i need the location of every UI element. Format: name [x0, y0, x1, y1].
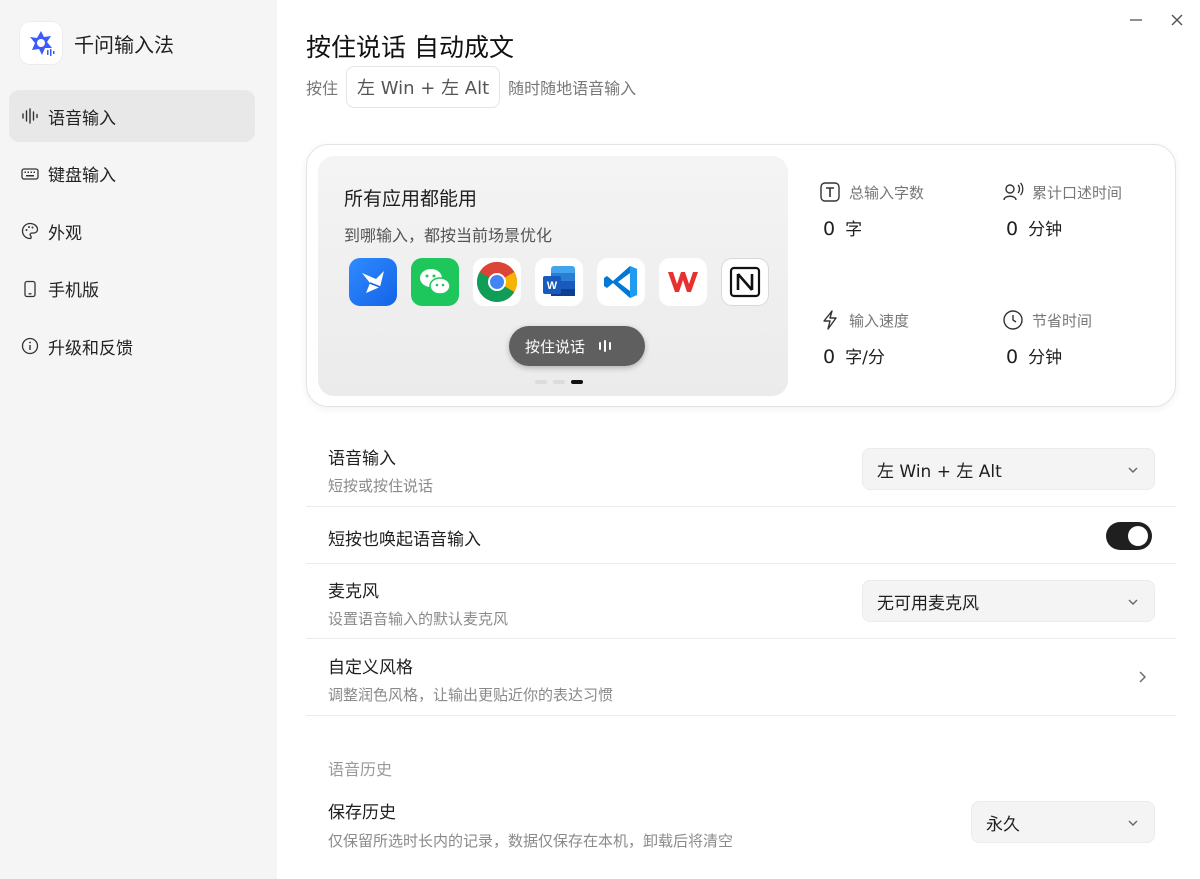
word-app-icon: W — [535, 258, 583, 306]
vscode-app-icon — [597, 258, 645, 306]
stat-value: 0 — [1006, 346, 1019, 368]
keyboard-icon — [21, 165, 39, 183]
carousel-dot[interactable] — [553, 380, 565, 384]
stat-value: 0 — [823, 218, 836, 240]
setting-title: 自定义风格 — [328, 658, 413, 678]
chevron-down-icon — [1128, 820, 1138, 826]
waveform-icon — [21, 107, 39, 125]
stat-unit: 分钟 — [1028, 348, 1063, 368]
promo-title: 所有应用都能用 — [344, 188, 478, 210]
svg-text:W: W — [547, 280, 558, 292]
promo-carousel: 所有应用都能用 到哪输入，都按当前场景优化 W 按住说话 — [318, 156, 788, 396]
sidebar-item-label: 外观 — [48, 223, 82, 244]
sidebar-item-label: 手机版 — [48, 281, 99, 301]
setting-short-press: 短按也唤起语音输入 — [306, 507, 1176, 564]
setting-title: 短按也唤起语音输入 — [328, 530, 481, 550]
setting-desc: 仅保留所选时长内的记录，数据仅保存在本机，卸载后将清空 — [328, 832, 734, 850]
sidebar-item-appearance[interactable]: 外观 — [9, 205, 255, 257]
carousel-dot-active[interactable] — [571, 380, 583, 384]
setting-desc: 短按或按住说话 — [328, 477, 434, 495]
settings-list: 语音输入 短按或按住说话 左 Win + 左 Alt 短按也唤起语音输入 麦克风… — [306, 432, 1176, 864]
subtitle-prefix: 按住 — [306, 79, 339, 98]
toggle-knob — [1128, 526, 1148, 546]
info-icon — [21, 337, 39, 355]
setting-title: 保存历史 — [328, 803, 396, 823]
stat-unit: 分钟 — [1028, 220, 1063, 240]
setting-title: 语音输入 — [328, 449, 396, 469]
sidebar-nav: 语音输入 键盘输入 外观 手机版 升级和反馈 — [9, 90, 255, 378]
app-name: 千问输入法 — [74, 32, 174, 57]
dropdown-value: 永久 — [986, 814, 1020, 835]
dropdown-value: 无可用麦克风 — [877, 593, 979, 614]
stat-label: 累计口述时间 — [1032, 183, 1123, 202]
stat-label: 节省时间 — [1032, 311, 1093, 330]
short-press-toggle[interactable] — [1106, 522, 1152, 550]
stat-total-chars: 总输入字数 0字 — [817, 175, 987, 240]
setting-save-history: 保存历史 仅保留所选时长内的记录，数据仅保存在本机，卸载后将清空 永久 — [306, 789, 1176, 864]
carousel-dots — [535, 380, 589, 384]
stat-time-saved: 节省时间 0 分钟 — [1000, 303, 1170, 368]
brand: 千问输入法 — [20, 22, 174, 64]
sidebar-item-label: 升级和反馈 — [48, 338, 133, 359]
push-to-talk-pill: 按住说话 — [509, 326, 645, 366]
lightning-icon — [817, 307, 843, 333]
wps-app-icon — [659, 258, 707, 306]
minimize-icon — [1130, 19, 1142, 21]
setting-title: 麦克风 — [328, 582, 379, 602]
phone-icon — [21, 280, 39, 298]
stat-label: 输入速度 — [849, 311, 910, 330]
wechat-app-icon — [411, 258, 459, 306]
page-title: 按住说话 自动成文 — [306, 33, 514, 62]
sidebar-item-label: 键盘输入 — [48, 166, 116, 186]
carousel-dot[interactable] — [535, 380, 547, 384]
clock-icon — [1000, 307, 1026, 333]
stat-unit: 字 — [845, 220, 863, 240]
section-heading: 语音历史 — [328, 760, 393, 779]
stat-unit: 字/分 — [845, 348, 885, 368]
sidebar-item-upgrade-feedback[interactable]: 升级和反馈 — [9, 320, 255, 372]
stat-value: 0 — [823, 346, 836, 368]
minimize-button[interactable] — [1126, 10, 1146, 30]
chevron-down-icon — [1128, 467, 1138, 473]
chevron-right-icon[interactable] — [1135, 670, 1149, 684]
promo-desc: 到哪输入，都按当前场景优化 — [344, 226, 553, 245]
feature-card: 所有应用都能用 到哪输入，都按当前场景优化 W 按住说话 总输入字数 0 字 累… — [306, 144, 1176, 407]
text-icon — [817, 179, 843, 205]
setting-desc: 调整润色风格，让输出更贴近你的表达习惯 — [328, 686, 614, 704]
setting-voice-input: 语音输入 短按或按住说话 左 Win + 左 Alt — [306, 432, 1176, 507]
close-button[interactable] — [1167, 10, 1187, 30]
sidebar: 千问输入法 语音输入 键盘输入 外观 手机版 升级和反馈 — [0, 0, 277, 879]
chrome-app-icon — [473, 258, 521, 306]
sidebar-item-label: 语音输入 — [48, 108, 116, 129]
sidebar-item-mobile[interactable]: 手机版 — [9, 263, 255, 315]
setting-custom-style[interactable]: 自定义风格 调整润色风格，让输出更贴近你的表达习惯 — [306, 639, 1176, 716]
sidebar-item-keyboard-input[interactable]: 键盘输入 — [9, 148, 255, 200]
sidebar-item-voice-input[interactable]: 语音输入 — [9, 90, 255, 142]
chevron-down-icon — [1128, 599, 1138, 605]
stat-input-speed: 输入速度 0 字/分 — [817, 303, 987, 368]
stat-dictation-time: 累计口述时间 0 分钟 — [1000, 175, 1170, 240]
hotkey-chip: 左 Win + 左 Alt — [346, 66, 501, 108]
subtitle-suffix: 随时随地语音输入 — [508, 79, 637, 98]
waveform-icon — [599, 340, 614, 352]
speaking-icon — [1000, 179, 1026, 205]
app-icon-row: W — [349, 258, 783, 306]
palette-icon — [21, 222, 39, 240]
setting-desc: 设置语音输入的默认麦克风 — [328, 610, 509, 628]
app-logo-icon — [20, 22, 62, 64]
close-icon — [1171, 14, 1183, 26]
notion-app-icon — [721, 258, 769, 306]
dropdown-value: 左 Win + 左 Alt — [877, 461, 1002, 482]
stat-label: 总输入字数 — [849, 183, 925, 202]
setting-microphone: 麦克风 设置语音输入的默认麦克风 无可用麦克风 — [306, 564, 1176, 639]
history-retention-dropdown[interactable]: 永久 — [971, 801, 1155, 843]
microphone-dropdown[interactable]: 无可用麦克风 — [862, 580, 1155, 622]
page-subtitle: 按住 左 Win + 左 Alt 随时随地语音输入 — [306, 66, 636, 108]
voice-hotkey-dropdown[interactable]: 左 Win + 左 Alt — [862, 448, 1155, 490]
feishu-app-icon — [349, 258, 397, 306]
history-section: 语音历史 — [306, 716, 1176, 789]
ptt-label: 按住说话 — [525, 337, 586, 356]
stat-value: 0 — [1006, 218, 1019, 240]
stats-panel: 总输入字数 0字 累计口述时间 0 分钟 输入速度 0 字/分 节省时间 0 分… — [817, 175, 1167, 385]
